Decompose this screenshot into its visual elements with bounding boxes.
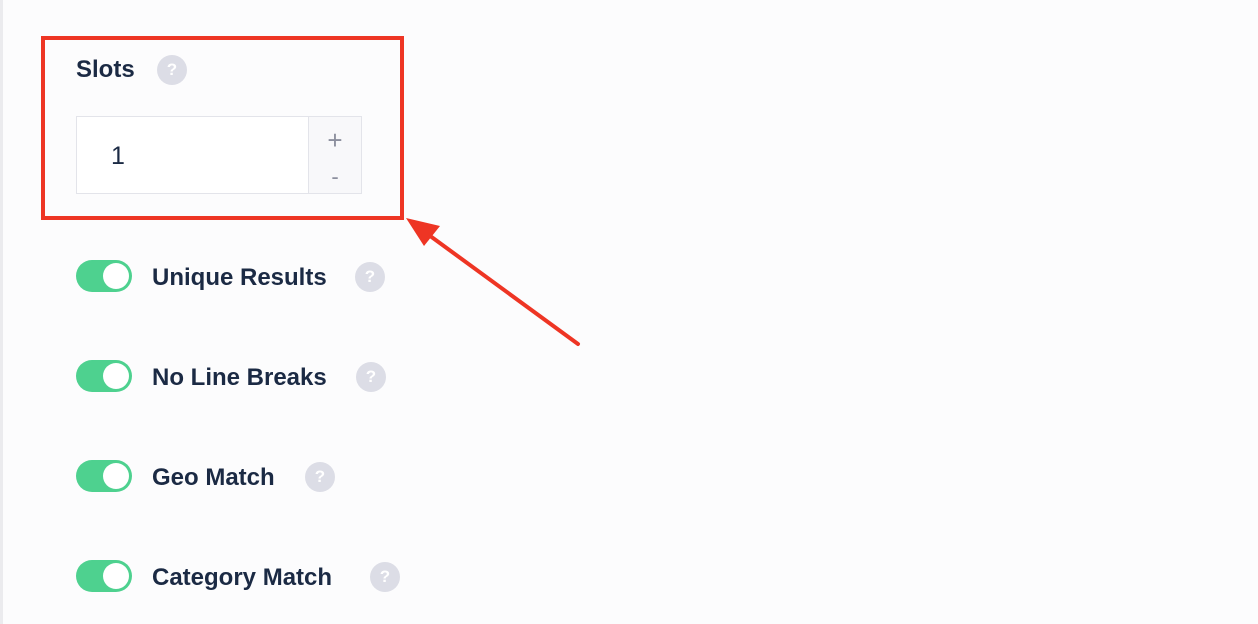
slots-help-icon[interactable]: ? — [157, 55, 187, 85]
geo-match-toggle[interactable] — [76, 460, 132, 492]
unique-results-help-icon[interactable]: ? — [355, 262, 385, 292]
settings-panel — [3, 0, 1258, 624]
unique-results-label: Unique Results — [152, 264, 327, 291]
toggle-knob — [103, 263, 129, 289]
slots-value[interactable]: 1 — [111, 117, 125, 195]
toggle-knob — [103, 363, 129, 389]
toggle-knob — [103, 463, 129, 489]
geo-match-label: Geo Match — [152, 464, 275, 491]
slots-label: Slots — [76, 56, 135, 83]
stepper-controls: + - — [308, 117, 361, 193]
category-match-label: Category Match — [152, 564, 333, 591]
no-line-breaks-help-icon[interactable]: ? — [356, 362, 386, 392]
no-line-breaks-label: No Line Breaks — [152, 364, 327, 391]
unique-results-toggle[interactable] — [76, 260, 132, 292]
slots-stepper[interactable]: 1 + - — [76, 116, 362, 194]
increment-button[interactable]: + — [309, 121, 361, 159]
category-match-toggle[interactable] — [76, 560, 132, 592]
toggle-knob — [103, 563, 129, 589]
category-match-help-icon[interactable]: ? — [370, 562, 400, 592]
no-line-breaks-toggle[interactable] — [76, 360, 132, 392]
decrement-button[interactable]: - — [309, 158, 361, 196]
geo-match-help-icon[interactable]: ? — [305, 462, 335, 492]
